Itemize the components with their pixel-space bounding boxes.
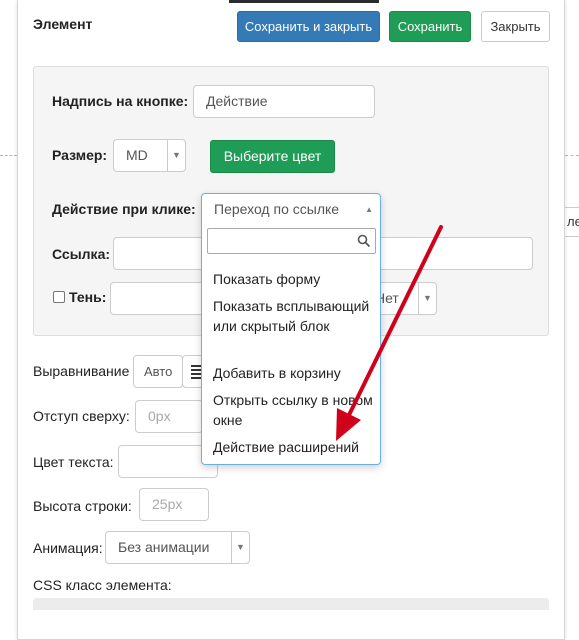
animation-select[interactable]: Без анимации ▼ xyxy=(105,531,250,564)
link-label: Ссылка: xyxy=(52,246,111,262)
shadow-checkbox[interactable] xyxy=(53,291,65,303)
dialog-top-edge xyxy=(229,0,379,3)
alignment-auto-button[interactable]: Авто xyxy=(133,355,183,388)
margin-top-placeholder: 0px xyxy=(148,408,171,424)
dropdown-option[interactable]: Действие расширений xyxy=(213,437,373,457)
margin-top-label: Отступ сверху: xyxy=(33,408,130,424)
caret-down-icon: ▼ xyxy=(231,532,249,563)
button-label-value: Действие xyxy=(206,93,268,109)
close-button[interactable]: Закрыть xyxy=(481,11,550,42)
click-action-search-input[interactable] xyxy=(207,228,376,254)
animation-label: Анимация: xyxy=(33,540,103,556)
animation-value: Без анимации xyxy=(118,539,210,555)
dropdown-option[interactable]: Показать форму xyxy=(213,269,373,289)
page-divider-left xyxy=(0,155,17,156)
caret-down-icon: ▼ xyxy=(418,283,436,314)
size-select[interactable]: MD ▼ xyxy=(113,139,186,172)
save-button[interactable]: Сохранить xyxy=(389,11,471,42)
click-action-selected-text: Переход по ссылке xyxy=(214,201,340,217)
save-and-close-button[interactable]: Сохранить и закрыть xyxy=(237,11,380,42)
button-label-input[interactable]: Действие xyxy=(193,85,375,118)
button-label-label: Надпись на кнопке: xyxy=(52,93,189,109)
caret-down-icon: ▼ xyxy=(167,140,185,171)
dropdown-option[interactable]: Показать всплывающий или скрытый блок xyxy=(213,296,373,336)
search-icon xyxy=(357,234,371,248)
dropdown-option[interactable]: Открыть ссылку в новом окне xyxy=(213,390,373,430)
click-action-selected[interactable]: Переход по ссылке ▲ xyxy=(202,194,380,225)
dialog-title: Элемент xyxy=(33,16,93,32)
alignment-value: Авто xyxy=(144,364,173,379)
choose-color-button[interactable]: Выберите цвет xyxy=(210,140,335,173)
size-value: MD xyxy=(126,147,148,163)
click-action-label: Действие при клике: xyxy=(52,201,196,217)
css-class-input[interactable] xyxy=(33,598,549,610)
page-divider-right xyxy=(565,155,579,156)
line-height-input[interactable]: 25px xyxy=(139,488,209,521)
alignment-label: Выравнивание xyxy=(33,363,130,379)
shadow-label: Тень: xyxy=(69,289,107,305)
margin-top-input[interactable]: 0px xyxy=(135,400,203,433)
text-color-label: Цвет текста: xyxy=(33,454,114,470)
size-label: Размер: xyxy=(52,147,108,163)
background-input-text: ле xyxy=(567,214,579,229)
shadow-input[interactable] xyxy=(110,282,210,315)
dropdown-option[interactable]: Добавить в корзину xyxy=(213,363,373,383)
line-height-label: Высота строки: xyxy=(33,498,132,514)
caret-up-icon: ▲ xyxy=(365,205,373,214)
click-action-dropdown[interactable]: Переход по ссылке ▲ Показать форму Показ… xyxy=(201,193,381,465)
css-class-label: CSS класс элемента: xyxy=(33,577,172,593)
line-height-placeholder: 25px xyxy=(152,496,183,512)
